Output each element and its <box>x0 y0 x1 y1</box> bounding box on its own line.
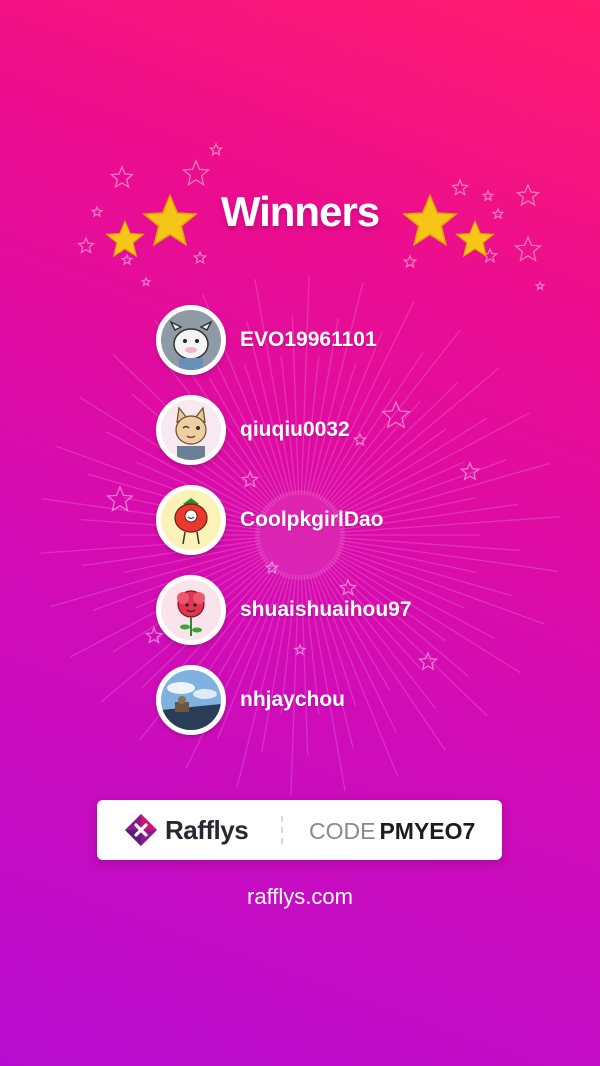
winner-username: nhjaychou <box>240 688 346 711</box>
page-title: Winners <box>220 188 380 235</box>
winner-row: shuaishuaihou97 <box>156 574 412 646</box>
winking-cat-avatar <box>156 395 226 465</box>
decorative-star-outline <box>534 280 546 291</box>
brand-name: Rafflys <box>165 814 249 845</box>
winner-row: EVO19961101 <box>156 304 377 376</box>
decorative-star-outline <box>109 165 135 189</box>
card-divider <box>281 816 283 844</box>
star-icon <box>402 194 458 247</box>
decorative-star-outline <box>402 254 418 269</box>
decorative-star-outline <box>352 432 368 447</box>
winner-row: CoolpkgirlDao <box>156 484 384 556</box>
rafflys-logo-icon <box>125 814 157 846</box>
decorative-star-outline <box>459 461 481 481</box>
winner-row: nhjaychou <box>156 664 345 736</box>
decorative-star-outline <box>513 235 543 262</box>
decorative-star-outline <box>181 159 211 186</box>
star-icon <box>142 194 198 247</box>
tomato-character-avatar <box>156 485 226 555</box>
star-icon <box>455 220 495 258</box>
decorative-star-outline <box>105 485 135 512</box>
decorative-star-outline <box>140 276 152 287</box>
raffle-code: CODE PMYEO7 <box>309 818 475 845</box>
decorative-star-outline <box>208 142 224 157</box>
winner-username: qiuqiu0032 <box>240 418 350 441</box>
brand-logo: Rafflys <box>123 814 249 846</box>
code-label: CODE <box>309 818 376 844</box>
raffle-code-card: Rafflys CODE PMYEO7 <box>97 800 502 860</box>
winner-row: qiuqiu0032 <box>156 394 350 466</box>
winner-username: shuaishuaihou97 <box>240 598 412 621</box>
red-flower-avatar <box>156 575 226 645</box>
winner-username: EVO19961101 <box>240 328 377 351</box>
star-icon <box>105 220 145 258</box>
decorative-star-outline <box>417 651 439 671</box>
decorative-star-outline <box>76 236 96 254</box>
cartoon-cow-avatar <box>156 305 226 375</box>
sky-photo-avatar <box>156 665 226 735</box>
decorative-star-outline <box>192 250 208 265</box>
winner-username: CoolpkgirlDao <box>240 508 384 531</box>
website-link[interactable]: rafflys.com <box>0 884 600 910</box>
code-value: PMYEO7 <box>379 818 476 844</box>
